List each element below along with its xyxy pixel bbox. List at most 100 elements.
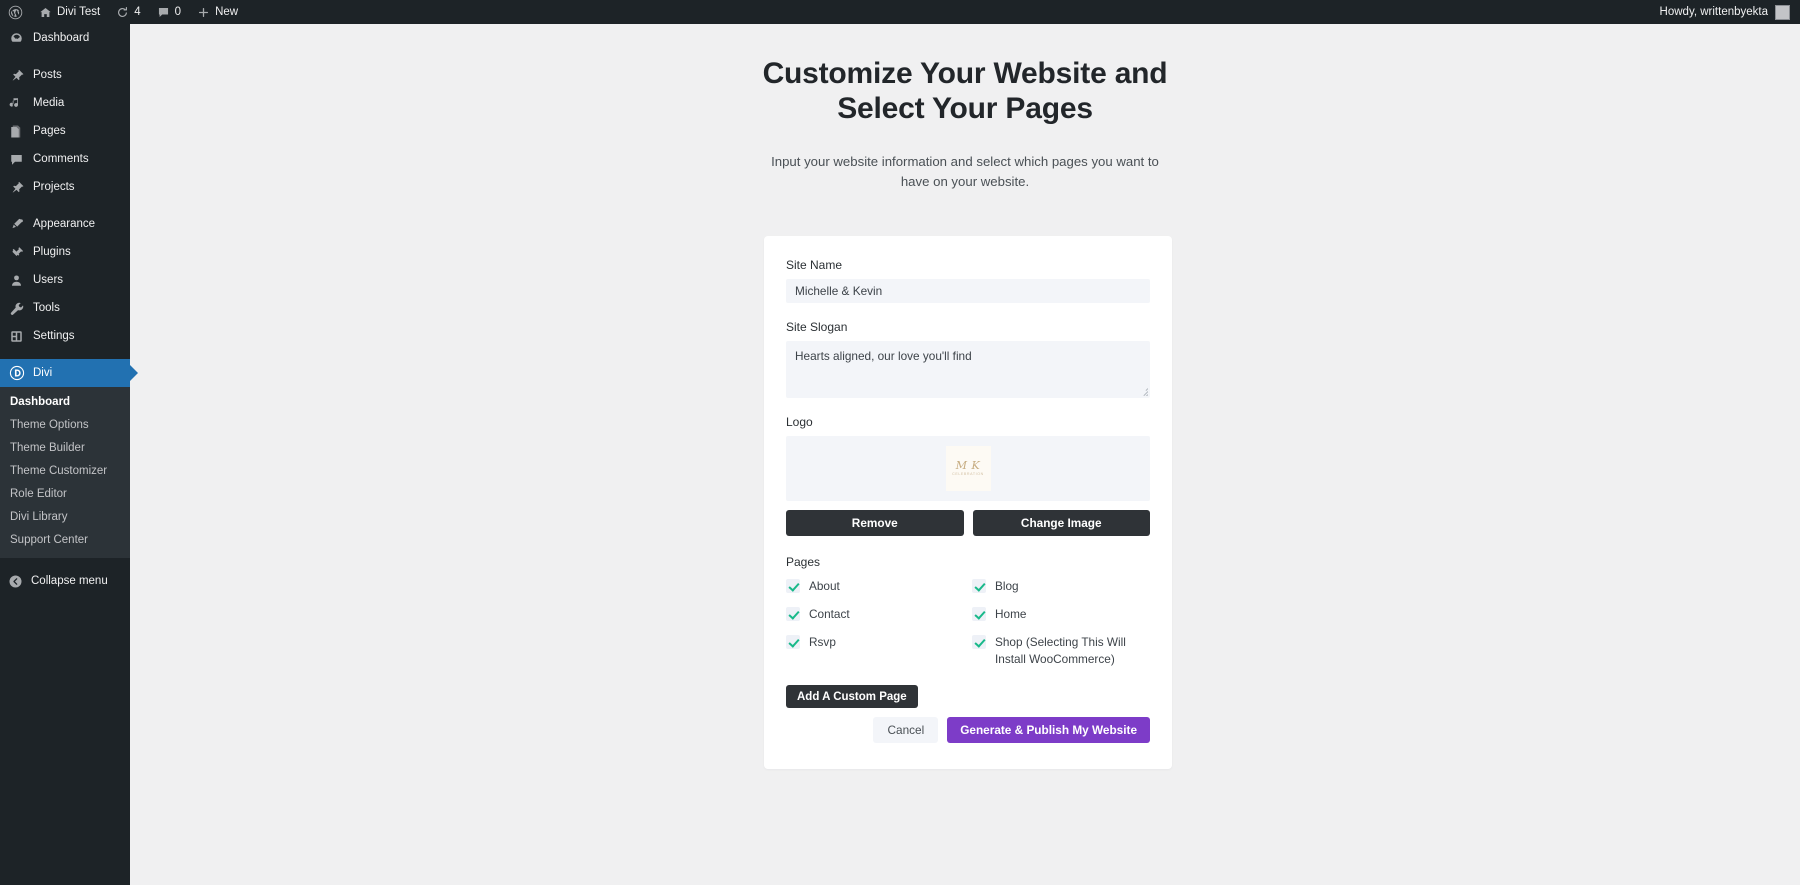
pages-label: Pages — [786, 555, 821, 569]
add-custom-page-button[interactable]: Add A Custom Page — [786, 685, 918, 708]
updates-count: 4 — [134, 6, 141, 18]
sidebar-item-label: Plugins — [33, 246, 71, 258]
sidebar-item-appearance[interactable]: Appearance — [0, 210, 130, 238]
sidebar-item-label: Media — [33, 97, 65, 109]
generate-publish-button[interactable]: Generate & Publish My Website — [947, 717, 1150, 743]
logo-buttons: Remove Change Image — [786, 510, 1150, 536]
page-hero: Customize Your Website and Select Your P… — [130, 24, 1800, 192]
checkbox-icon[interactable] — [786, 635, 800, 649]
submenu-item-dashboard[interactable]: Dashboard — [0, 391, 130, 414]
logo-field-group: Logo M K CELEBRATION Remove Change Image — [786, 415, 1150, 536]
page-checkbox-shop[interactable]: Shop (Selecting This Will Install WooCom… — [972, 634, 1150, 668]
collapse-arrow-icon — [8, 574, 23, 589]
submenu-item-role-editor[interactable]: Role Editor — [0, 483, 130, 506]
wrench-icon — [8, 300, 25, 317]
sidebar-item-plugins[interactable]: Plugins — [0, 238, 130, 266]
submenu-item-theme-options[interactable]: Theme Options — [0, 414, 130, 437]
admin-sidebar: Dashboard Posts Media Pages Comments Pro… — [0, 24, 130, 885]
sidebar-item-label: Comments — [33, 153, 89, 165]
site-name-label: Site Name — [786, 258, 843, 272]
site-slogan-value: Hearts aligned, our love you'll find — [795, 349, 972, 363]
sidebar-separator — [0, 52, 130, 61]
sidebar-item-label: Settings — [33, 330, 75, 342]
comment-icon — [8, 151, 25, 168]
card-actions: Cancel Generate & Publish My Website — [786, 708, 1150, 769]
page-label: Home — [995, 607, 1027, 621]
logo-preview-area: M K CELEBRATION — [786, 436, 1150, 501]
sidebar-item-settings[interactable]: Settings — [0, 322, 130, 350]
comment-icon — [157, 6, 170, 19]
sidebar-item-dashboard[interactable]: Dashboard — [0, 24, 130, 52]
pin-icon — [8, 179, 25, 196]
sidebar-separator — [0, 201, 130, 210]
dashboard-icon — [8, 30, 25, 47]
plugin-icon — [8, 244, 25, 261]
pages-field-group: Pages About Blog Contact Home Rsvp Shop … — [786, 555, 1150, 708]
site-slogan-textarea[interactable]: Hearts aligned, our love you'll find — [786, 341, 1150, 398]
updates-button[interactable]: 4 — [108, 0, 148, 24]
new-content-menu[interactable]: New — [189, 0, 246, 24]
site-name-menu[interactable]: Divi Test — [31, 0, 108, 24]
submenu-item-support-center[interactable]: Support Center — [0, 529, 130, 552]
settings-icon — [8, 328, 25, 345]
site-slogan-field-group: Site Slogan Hearts aligned, our love you… — [786, 320, 1150, 398]
collapse-menu-button[interactable]: Collapse menu — [0, 567, 130, 595]
page-checkbox-blog[interactable]: Blog — [972, 578, 1150, 595]
submenu-item-theme-customizer[interactable]: Theme Customizer — [0, 460, 130, 483]
customize-website-card: Site Name Michelle & Kevin Site Slogan H… — [764, 236, 1172, 769]
page-title-line2: Select Your Pages — [837, 92, 1093, 125]
page-label: Contact — [809, 607, 850, 621]
admin-bar: Divi Test 4 0 New Howdy, writtenbyekta — [0, 0, 1800, 24]
page-checkbox-home[interactable]: Home — [972, 606, 1150, 623]
cancel-button[interactable]: Cancel — [873, 717, 939, 743]
divi-submenu: Dashboard Theme Options Theme Builder Th… — [0, 387, 130, 558]
collapse-menu-label: Collapse menu — [31, 575, 108, 587]
remove-logo-button[interactable]: Remove — [786, 510, 964, 536]
sidebar-item-label: Projects — [33, 181, 75, 193]
checkbox-icon[interactable] — [972, 635, 986, 649]
checkbox-icon[interactable] — [972, 579, 986, 593]
sidebar-item-label: Pages — [33, 125, 66, 137]
submenu-item-divi-library[interactable]: Divi Library — [0, 506, 130, 529]
sidebar-item-pages[interactable]: Pages — [0, 117, 130, 145]
brush-icon — [8, 216, 25, 233]
page-checkbox-contact[interactable]: Contact — [786, 606, 964, 623]
logo-label: Logo — [786, 415, 813, 429]
site-name-field-group: Site Name Michelle & Kevin — [786, 258, 1150, 303]
page-title-line1: Customize Your Website and — [762, 57, 1168, 90]
wordpress-logo-button[interactable] — [0, 0, 31, 24]
logo-monogram-subtext: CELEBRATION — [952, 472, 984, 476]
sidebar-item-users[interactable]: Users — [0, 266, 130, 294]
checkbox-icon[interactable] — [972, 607, 986, 621]
checkbox-icon[interactable] — [786, 607, 800, 621]
page-label: About — [809, 579, 840, 593]
page-label: Rsvp — [809, 635, 836, 649]
site-slogan-label: Site Slogan — [786, 320, 848, 334]
sidebar-item-posts[interactable]: Posts — [0, 61, 130, 89]
home-icon — [39, 6, 52, 19]
checkbox-icon[interactable] — [786, 579, 800, 593]
page-checkbox-rsvp[interactable]: Rsvp — [786, 634, 964, 668]
pin-icon — [8, 67, 25, 84]
page-subtitle: Input your website information and selec… — [771, 154, 1159, 189]
sidebar-item-divi[interactable]: Divi — [0, 359, 130, 387]
sidebar-item-media[interactable]: Media — [0, 89, 130, 117]
pages-icon — [8, 123, 25, 140]
divi-logo-icon — [8, 365, 25, 382]
sidebar-item-comments[interactable]: Comments — [0, 145, 130, 173]
submenu-item-theme-builder[interactable]: Theme Builder — [0, 437, 130, 460]
page-checkbox-about[interactable]: About — [786, 578, 964, 595]
change-image-button[interactable]: Change Image — [972, 510, 1150, 536]
user-icon — [8, 272, 25, 289]
my-account-menu[interactable]: Howdy, writtenbyekta — [1660, 4, 1800, 20]
comments-button[interactable]: 0 — [149, 0, 189, 24]
new-content-label: New — [215, 6, 239, 18]
textarea-resize-handle[interactable] — [1139, 387, 1148, 396]
logo-thumbnail: M K CELEBRATION — [945, 446, 991, 491]
site-name-input[interactable]: Michelle & Kevin — [786, 279, 1150, 303]
sidebar-item-tools[interactable]: Tools — [0, 294, 130, 322]
sidebar-item-label: Users — [33, 274, 64, 286]
sidebar-item-projects[interactable]: Projects — [0, 173, 130, 201]
avatar — [1775, 4, 1790, 20]
logo-monogram: M K — [955, 459, 981, 472]
